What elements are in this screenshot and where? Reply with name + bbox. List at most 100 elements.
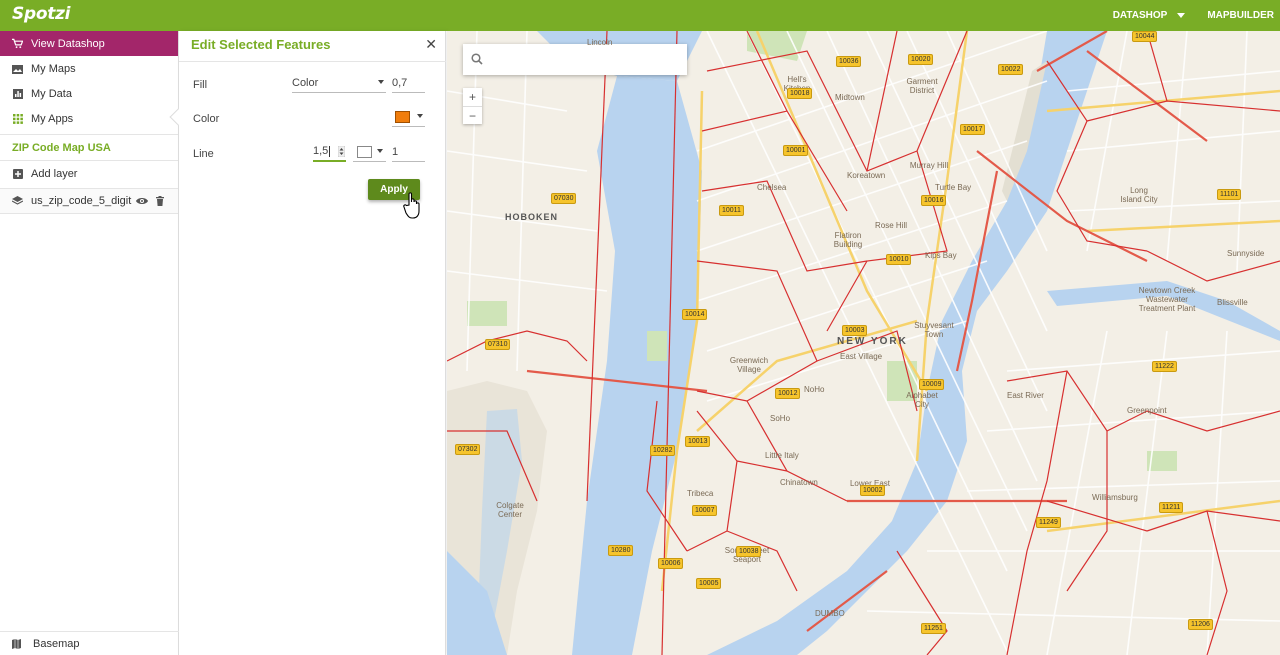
zip-badge[interactable]: 11206 xyxy=(1188,619,1213,630)
zip-badge[interactable]: 07302 xyxy=(455,444,481,455)
line-width-value: 1,5 xyxy=(313,145,329,157)
sidebar-item-my-apps[interactable]: My Apps xyxy=(0,106,178,131)
line-label: Line xyxy=(193,148,214,160)
chevron-down-icon xyxy=(377,149,383,153)
place-label: Kips Bay xyxy=(925,251,957,260)
place-label: Tribeca xyxy=(687,489,714,498)
mapbuilder-link[interactable]: MAPBUILDER xyxy=(1207,10,1274,21)
zip-badge[interactable]: 10282 xyxy=(650,445,676,456)
sidebar-item-label: My Maps xyxy=(31,62,76,75)
basemap-label: Basemap xyxy=(33,637,80,650)
zip-badge[interactable]: 10009 xyxy=(919,379,945,390)
zip-badge[interactable]: 10044 xyxy=(1132,31,1158,42)
line-width-input[interactable]: 1,5 xyxy=(313,142,346,162)
zip-badge[interactable]: 10018 xyxy=(787,88,813,99)
place-label: Garment District xyxy=(906,77,938,95)
place-label: SoHo xyxy=(770,414,791,423)
line-color-picker[interactable] xyxy=(353,142,386,162)
add-layer-label: Add layer xyxy=(31,167,78,180)
map-view[interactable]: + − Lincoln HOBOKEN NEW YORK Hell's Kitc… xyxy=(447,31,1280,655)
zip-badge[interactable]: 10001 xyxy=(783,145,809,156)
map-search[interactable] xyxy=(463,44,687,75)
cart-icon xyxy=(12,38,23,49)
zip-badge[interactable]: 10017 xyxy=(960,124,986,135)
add-layer-button[interactable]: Add layer xyxy=(0,161,178,186)
zip-badge[interactable]: 11222 xyxy=(1152,361,1177,372)
sidebar-item-view-datashop[interactable]: View Datashop xyxy=(0,31,178,56)
zoom-in-button[interactable]: + xyxy=(463,88,482,106)
zip-badge[interactable]: 11101 xyxy=(1217,189,1242,200)
place-label: Turtle Bay xyxy=(935,183,972,192)
place-label: East Village xyxy=(840,352,883,361)
fill-type-value: Color xyxy=(292,76,319,89)
zip-badge[interactable]: 10002 xyxy=(860,485,886,496)
zip-badge[interactable]: 10012 xyxy=(775,388,801,399)
zip-badge[interactable]: 10038 xyxy=(736,546,762,557)
zip-badge[interactable]: 11211 xyxy=(1159,502,1184,513)
zip-badge[interactable]: 10003 xyxy=(842,325,868,336)
zip-badge[interactable]: 10013 xyxy=(685,436,711,447)
place-label: Rose Hill xyxy=(875,221,908,230)
grid-icon xyxy=(12,113,23,124)
layer-item[interactable]: us_zip_code_5_digit xyxy=(0,188,178,214)
place-label: East River xyxy=(1007,391,1044,400)
datashop-menu[interactable]: DATASHOP xyxy=(1113,10,1186,21)
place-label: Sunnyside xyxy=(1227,249,1265,258)
zip-badge[interactable]: 10280 xyxy=(608,545,634,556)
place-label: Colgate Center xyxy=(496,501,524,519)
sidebar-item-my-data[interactable]: My Data xyxy=(0,81,178,106)
place-label: NEW YORK xyxy=(837,336,908,347)
sidebar-item-my-maps[interactable]: My Maps xyxy=(0,56,178,81)
spotzi-logo[interactable]: Spotzi xyxy=(12,4,70,24)
zip-badge[interactable]: 10016 xyxy=(921,195,947,206)
chart-icon xyxy=(12,88,23,99)
place-label: Koreatown xyxy=(847,171,886,180)
zoom-out-button[interactable]: − xyxy=(463,106,482,124)
fill-color-picker[interactable] xyxy=(392,107,425,127)
project-title[interactable]: ZIP Code Map USA xyxy=(0,135,178,160)
fill-opacity-value: 0,7 xyxy=(392,76,408,89)
place-label: Stuyvesant Town xyxy=(914,321,954,339)
place-label: Flatiron Building xyxy=(833,231,863,249)
place-label: Murray Hill xyxy=(909,161,949,170)
edit-features-panel: Edit Selected Features ✕ Fill Color 0,7 … xyxy=(169,31,446,655)
zip-badge[interactable]: 10006 xyxy=(658,558,684,569)
fill-opacity-input[interactable]: 0,7 xyxy=(392,73,425,93)
close-icon[interactable]: ✕ xyxy=(425,36,437,53)
sidebar-item-label: My Apps xyxy=(31,112,74,125)
color-swatch xyxy=(395,110,410,123)
zip-badge[interactable]: 10036 xyxy=(836,56,862,67)
place-label: Williamsburg xyxy=(1092,493,1138,502)
zip-badge[interactable]: 10010 xyxy=(886,254,912,265)
line-opacity-input[interactable]: 1 xyxy=(392,142,425,162)
fill-type-select[interactable]: Color xyxy=(292,73,386,93)
zip-badge[interactable]: 07310 xyxy=(485,339,511,350)
zip-badge[interactable]: 11249 xyxy=(1036,517,1061,528)
chevron-down-icon xyxy=(378,80,384,84)
place-label: Greenpoint xyxy=(1127,406,1167,415)
sidebar-item-label: View Datashop xyxy=(31,37,105,50)
basemap-button[interactable]: Basemap xyxy=(0,631,179,655)
zip-badge[interactable]: 10014 xyxy=(682,309,708,320)
zip-badge[interactable]: 10007 xyxy=(692,505,718,516)
place-label: Alphabet City xyxy=(906,391,938,409)
chevron-down-icon xyxy=(417,114,423,118)
zip-badge[interactable]: 07030 xyxy=(551,193,577,204)
plus-square-icon xyxy=(12,168,23,179)
top-bar: Spotzi DATASHOP MAPBUILDER xyxy=(0,0,1280,31)
datashop-label: DATASHOP xyxy=(1112,10,1168,21)
stepper-icon[interactable] xyxy=(338,146,345,157)
trash-icon[interactable] xyxy=(156,196,164,206)
sidebar: View Datashop My Maps My Data My Apps ZI… xyxy=(0,31,179,655)
zip-badge[interactable]: 10011 xyxy=(719,205,744,216)
place-label: Little Italy xyxy=(765,451,799,460)
line-color-swatch xyxy=(357,145,372,158)
zip-badge[interactable]: 10005 xyxy=(696,578,722,589)
zip-badge[interactable]: 10022 xyxy=(998,64,1024,75)
search-icon[interactable] xyxy=(471,53,483,65)
eye-icon[interactable] xyxy=(136,197,148,205)
zip-badge[interactable]: 10020 xyxy=(908,54,934,65)
zip-badge[interactable]: 11251 xyxy=(921,623,946,634)
map-icon xyxy=(12,638,21,649)
divider xyxy=(179,61,446,62)
